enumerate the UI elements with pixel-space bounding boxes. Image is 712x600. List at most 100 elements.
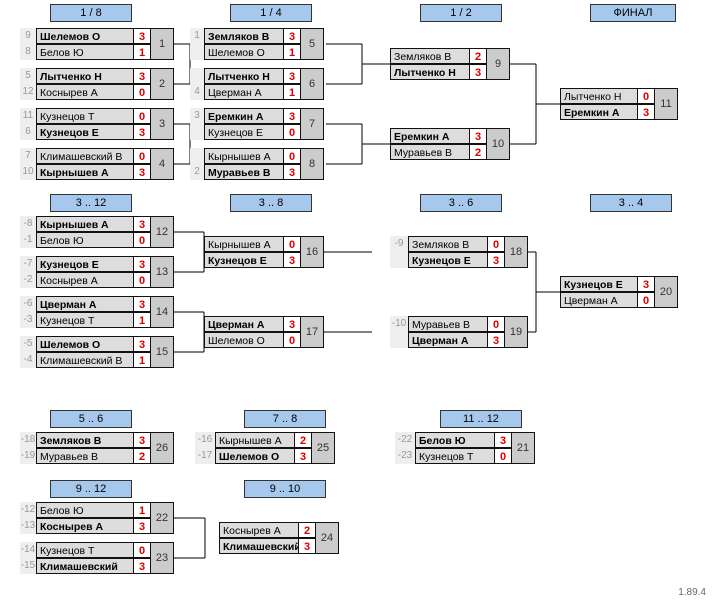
match: Кузнецов Е3Цверман А020 xyxy=(560,276,678,308)
score: 1 xyxy=(284,44,301,60)
seed xyxy=(190,68,204,84)
score: 3 xyxy=(295,448,312,464)
player-name: Еремкин А xyxy=(560,104,638,120)
match: -18Земляков В3-19Муравьев В226 xyxy=(20,432,174,464)
match-number: 23 xyxy=(151,542,174,574)
match-number: 14 xyxy=(151,296,174,328)
match-number: 15 xyxy=(151,336,174,368)
player-name: Цверман А xyxy=(204,84,284,100)
score: 1 xyxy=(284,84,301,100)
player-name: Кырнышев А xyxy=(204,148,284,164)
match-number: 12 xyxy=(151,216,174,248)
score: 3 xyxy=(134,558,151,574)
match: 7Климашевский В010Кырнышев А34 xyxy=(20,148,174,180)
score: 3 xyxy=(134,68,151,84)
player-name: Лытченко Н xyxy=(390,64,470,80)
seed xyxy=(190,148,204,164)
player-name: Климашевский В xyxy=(36,352,134,368)
player-name: Земляков В xyxy=(36,432,134,448)
player-name: Кырнышев А xyxy=(215,432,295,448)
match-number: 16 xyxy=(301,236,324,268)
match-number: 3 xyxy=(151,108,174,140)
seed: 9 xyxy=(20,28,36,44)
player-name: Лытченко Н xyxy=(36,68,134,84)
match-number: 20 xyxy=(655,276,678,308)
score: 1 xyxy=(134,352,151,368)
player-name: Шелемов О xyxy=(215,448,295,464)
player-name: Еремкин А xyxy=(204,108,284,124)
score: 3 xyxy=(134,296,151,312)
player-name: Цверман А xyxy=(204,316,284,332)
score: 3 xyxy=(470,128,487,144)
player-name: Белов Ю xyxy=(415,432,495,448)
match: -6Цверман А3-3Кузнецов Т114 xyxy=(20,296,174,328)
score: 3 xyxy=(470,64,487,80)
score: 2 xyxy=(470,144,487,160)
score: 1 xyxy=(134,502,151,518)
score: 0 xyxy=(134,272,151,288)
player-name: Кузнецов Е xyxy=(408,252,488,268)
score: 0 xyxy=(488,316,505,332)
match-number: 25 xyxy=(312,432,335,464)
player-name: Шелемов О xyxy=(204,44,284,60)
score: 1 xyxy=(134,312,151,328)
match-number: 10 xyxy=(487,128,510,160)
player-name: Шелемов О xyxy=(36,336,134,352)
bracket-header: 3 .. 4 xyxy=(590,194,672,212)
seed: -1 xyxy=(20,232,36,248)
seed: -10 xyxy=(390,316,408,332)
player-name: Кузнецов Е xyxy=(36,124,134,140)
match: 5Лытченко Н312Коснырев А02 xyxy=(20,68,174,100)
seed xyxy=(390,252,408,268)
player-name: Коснырев А xyxy=(36,84,134,100)
match: 11Кузнецов Т06Кузнецов Е33 xyxy=(20,108,174,140)
score: 0 xyxy=(284,236,301,252)
seed: -16 xyxy=(195,432,215,448)
score: 3 xyxy=(638,104,655,120)
seed: 2 xyxy=(190,164,204,180)
player-name: Коснырев А xyxy=(36,272,134,288)
score: 3 xyxy=(284,252,301,268)
player-name: Кузнецов Т xyxy=(415,448,495,464)
score: 0 xyxy=(284,148,301,164)
match-number: 1 xyxy=(151,28,174,60)
score: 2 xyxy=(134,448,151,464)
seed: 3 xyxy=(190,108,204,124)
seed xyxy=(190,124,204,140)
match: -16Кырнышев А2-17Шелемов О325 xyxy=(195,432,335,464)
seed: -13 xyxy=(20,518,36,534)
match-number: 2 xyxy=(151,68,174,100)
match-number: 18 xyxy=(505,236,528,268)
seed: -8 xyxy=(20,216,36,232)
player-name: Климашевский xyxy=(219,538,299,554)
score: 3 xyxy=(284,108,301,124)
seed: -3 xyxy=(20,312,36,328)
bracket-header: 9 .. 12 xyxy=(50,480,132,498)
seed: 8 xyxy=(20,44,36,60)
bracket-header: 9 .. 10 xyxy=(244,480,326,498)
bracket-header: 11 .. 12 xyxy=(440,410,522,428)
player-name: Кузнецов Е xyxy=(204,124,284,140)
score: 3 xyxy=(284,316,301,332)
score: 3 xyxy=(638,276,655,292)
score: 3 xyxy=(284,164,301,180)
player-name: Белов Ю xyxy=(36,502,134,518)
version-label: 1.89.4 xyxy=(678,587,706,598)
match: -7Кузнецов Е3-2Коснырев А013 xyxy=(20,256,174,288)
seed: -4 xyxy=(20,352,36,368)
player-name: Еремкин А xyxy=(390,128,470,144)
score: 0 xyxy=(134,232,151,248)
score: 3 xyxy=(134,28,151,44)
seed: -5 xyxy=(20,336,36,352)
seed: 11 xyxy=(20,108,36,124)
match: Коснырев А2Климашевский324 xyxy=(205,522,339,554)
player-name: Цверман А xyxy=(408,332,488,348)
player-name: Белов Ю xyxy=(36,44,134,60)
match: -10Муравьев В0Цверман А319 xyxy=(390,316,528,348)
round-header: 1 / 2 xyxy=(420,4,502,22)
player-name: Белов Ю xyxy=(36,232,134,248)
match-number: 9 xyxy=(487,48,510,80)
match-number: 13 xyxy=(151,256,174,288)
match: -14Кузнецов Т0-15Климашевский323 xyxy=(20,542,174,574)
player-name: Климашевский В xyxy=(36,148,134,164)
